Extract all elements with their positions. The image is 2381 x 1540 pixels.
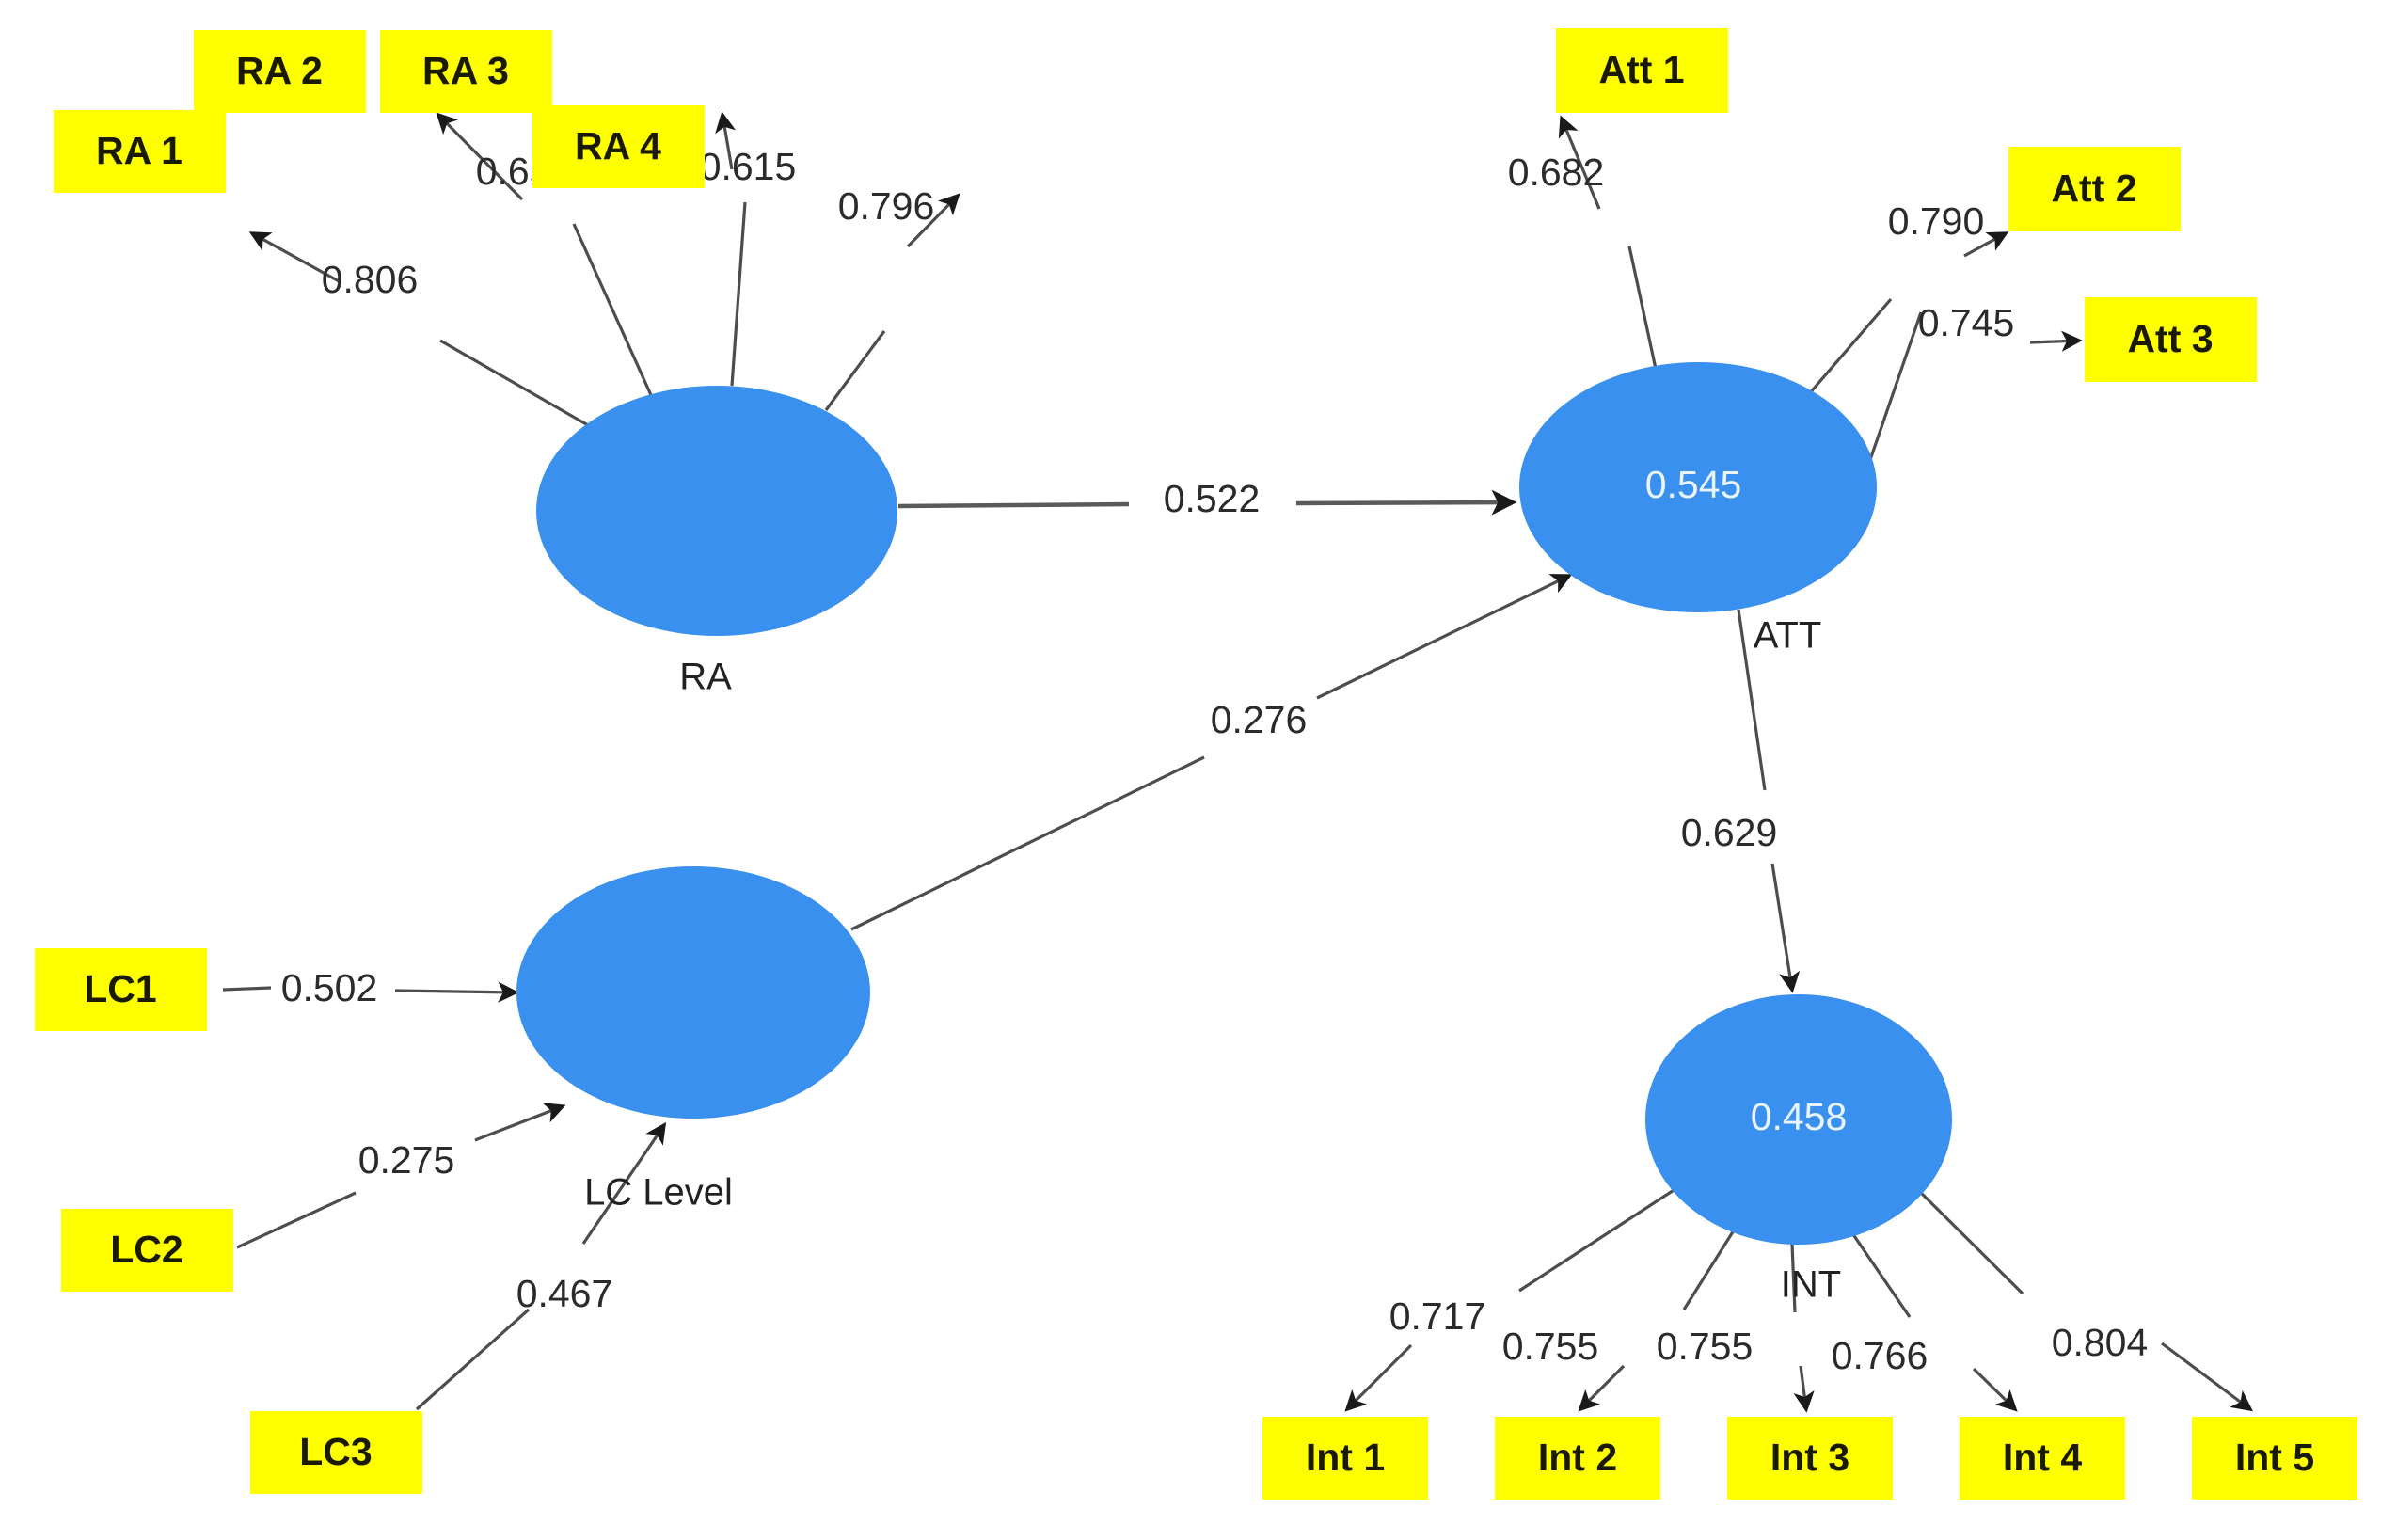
- construct-ellipse-lc[interactable]: [516, 866, 870, 1119]
- path-line-int-int5-inner: [1910, 1182, 2024, 1295]
- path-line-int-int4-inner: [1847, 1227, 1912, 1318]
- coefficient-int-int2: 0.755: [1502, 1325, 1599, 1368]
- indicator-label-lc3: LC3: [299, 1430, 372, 1473]
- construct-att[interactable]: 0.545: [1519, 362, 1877, 612]
- indicator-label-lc2: LC2: [110, 1228, 183, 1271]
- construct-lc[interactable]: [516, 866, 870, 1119]
- path-line-int-int2-inner: [1682, 1222, 1740, 1310]
- diagram-canvas: 0.522 0.276 0.629 0.806 0.656 0.615 0.79…: [35, 28, 2357, 1500]
- path-line-att-att3-inner: [1861, 311, 1923, 483]
- coefficient-int-int5: 0.804: [2052, 1321, 2149, 1364]
- construct-label-att: ATT: [1754, 615, 1822, 657]
- path-line-lc2-lc-inner: [236, 1191, 357, 1249]
- coefficient-ra-ra4: 0.796: [838, 184, 935, 228]
- indicator-label-lc1: LC1: [84, 967, 156, 1010]
- path-line-att-att2-inner: [1806, 297, 1893, 397]
- indicator-lc2[interactable]: LC2: [61, 1209, 233, 1292]
- indicator-int5[interactable]: Int 5: [2192, 1417, 2357, 1500]
- path-line-lc-att-upper: [1316, 574, 1573, 700]
- indicator-label-ra1: RA 1: [96, 129, 183, 172]
- construct-label-lc: LC Level: [584, 1172, 733, 1214]
- structural-path-att-int: 0.629: [1681, 609, 1801, 993]
- path-line-lc3-lc-inner: [415, 1308, 531, 1411]
- sem-path-diagram: 0.522 0.276 0.629 0.806 0.656 0.615 0.79…: [0, 0, 2381, 1540]
- indicator-label-ra4: RA 4: [575, 124, 661, 167]
- path-line-att-att1-inner: [1627, 246, 1658, 370]
- indicator-ra1[interactable]: RA 1: [54, 110, 226, 193]
- construct-int[interactable]: 0.458: [1645, 994, 1952, 1245]
- indicator-label-att3: Att 3: [2127, 317, 2213, 360]
- indicator-int2[interactable]: Int 2: [1495, 1417, 1660, 1500]
- construct-label-ra: RA: [679, 657, 732, 698]
- coefficient-lc-att: 0.276: [1211, 698, 1308, 741]
- path-line-int-int1-outer: [1344, 1343, 1413, 1412]
- path-line-ra-ra1-inner: [439, 339, 589, 427]
- indicator-ra3[interactable]: RA 3: [380, 30, 552, 113]
- indicator-att2[interactable]: Att 2: [2008, 147, 2181, 231]
- coefficient-att-int: 0.629: [1681, 811, 1778, 854]
- coefficient-lc1-lc: 0.502: [281, 966, 378, 1009]
- indicator-label-ra2: RA 2: [236, 49, 323, 92]
- construct-r2-int: 0.458: [1751, 1095, 1848, 1138]
- path-line-int-int2-outer: [1578, 1364, 1626, 1412]
- path-line-int-int3-outer: [1793, 1365, 1815, 1413]
- path-line-ra-ra3-inner: [730, 201, 747, 387]
- coefficient-lc3-lc: 0.467: [516, 1272, 613, 1315]
- coefficient-ra-ra1: 0.806: [322, 258, 419, 301]
- indicator-att1[interactable]: Att 1: [1556, 28, 1728, 113]
- path-line-int-int5-outer: [2161, 1342, 2253, 1412]
- path-line-ra-ra2-inner: [572, 223, 653, 396]
- indicator-label-int1: Int 1: [1306, 1436, 1385, 1479]
- indicator-label-int5: Int 5: [2235, 1436, 2314, 1479]
- coefficient-int-int1: 0.717: [1389, 1294, 1486, 1338]
- path-line-lc1-lc-stub: [222, 986, 272, 992]
- path-line-int-int1-inner: [1518, 1182, 1685, 1293]
- path-line-att-int-lower: [1770, 863, 1801, 993]
- path-line-ra-att-left: [897, 501, 1130, 509]
- construct-ellipse-ra[interactable]: [536, 386, 897, 636]
- indicator-label-ra3: RA 3: [422, 49, 509, 92]
- indicator-label-int3: Int 3: [1770, 1436, 1849, 1479]
- construct-ra[interactable]: [536, 386, 897, 636]
- indicator-int4[interactable]: Int 4: [1960, 1417, 2125, 1500]
- construct-r2-att: 0.545: [1645, 463, 1742, 506]
- coefficient-ra-ra3: 0.615: [700, 145, 797, 188]
- coefficient-att-att2: 0.790: [1888, 199, 1985, 243]
- indicator-label-int2: Int 2: [1538, 1436, 1617, 1479]
- indicator-label-att1: Att 1: [1598, 48, 1684, 91]
- coefficient-att-att3: 0.745: [1918, 301, 2015, 344]
- construct-label-int: INT: [1781, 1264, 1841, 1306]
- path-line-lc2-lc-outer: [474, 1103, 566, 1142]
- indicator-ra4[interactable]: RA 4: [532, 105, 705, 188]
- coefficient-lc2-lc: 0.275: [358, 1138, 455, 1182]
- indicator-int1[interactable]: Int 1: [1262, 1417, 1428, 1500]
- indicator-att3[interactable]: Att 3: [2085, 297, 2257, 382]
- path-line-int-int4-outer: [1972, 1367, 2018, 1412]
- indicator-int3[interactable]: Int 3: [1727, 1417, 1893, 1500]
- path-line-ra-att-right: [1295, 489, 1517, 516]
- indicator-label-int4: Int 4: [2003, 1436, 2082, 1479]
- indicator-lc3[interactable]: LC3: [250, 1411, 422, 1494]
- path-line-lc1-lc-main: [394, 981, 519, 1003]
- coefficient-int-int3: 0.755: [1657, 1325, 1754, 1368]
- structural-path-lc-att: 0.276: [850, 574, 1573, 931]
- path-line-att-att3-outer: [2029, 330, 2083, 352]
- indicator-label-att2: Att 2: [2051, 167, 2136, 210]
- indicator-lc1[interactable]: LC1: [35, 948, 207, 1031]
- path-line-ra-ra4-inner: [824, 330, 886, 411]
- path-line-lc-att-lower: [850, 755, 1205, 931]
- coefficient-att-att1: 0.682: [1508, 151, 1605, 194]
- structural-path-ra-att: 0.522: [897, 477, 1517, 520]
- coefficient-ra-att: 0.522: [1164, 477, 1261, 520]
- indicator-ra2[interactable]: RA 2: [194, 30, 366, 113]
- coefficient-int-int4: 0.766: [1832, 1334, 1929, 1377]
